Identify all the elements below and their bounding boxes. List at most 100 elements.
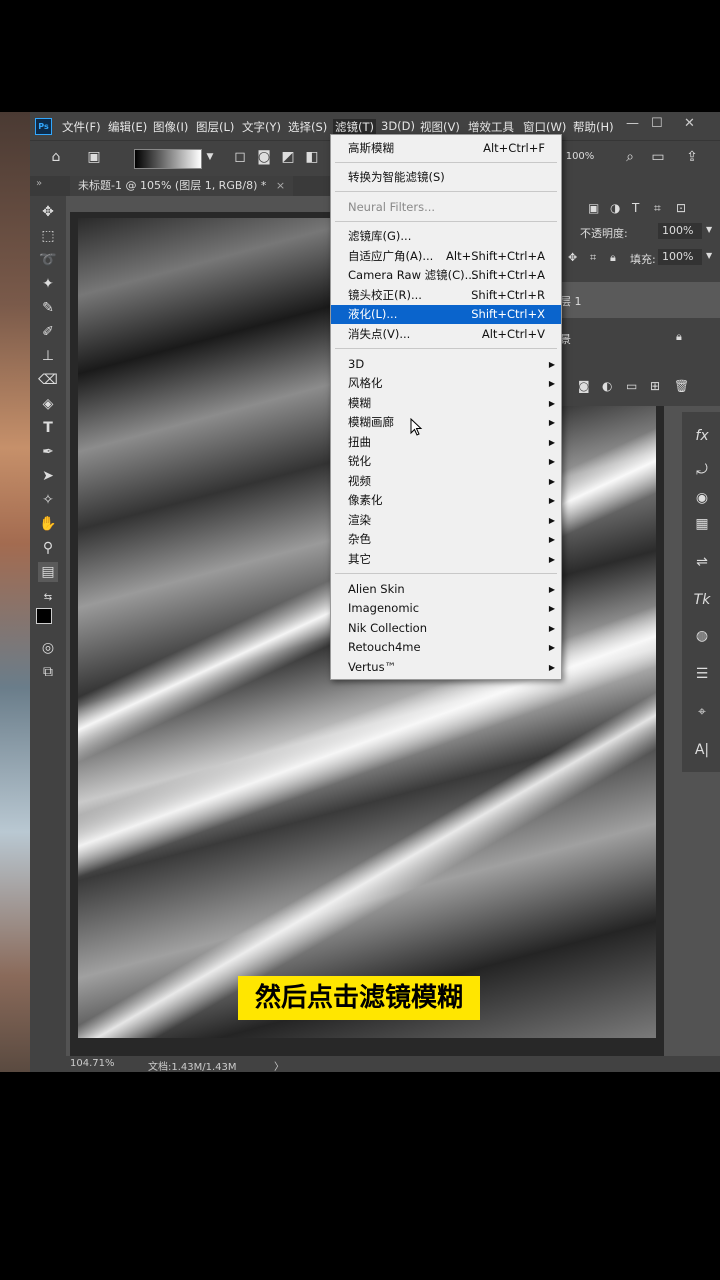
- menu-image[interactable]: 图像(I): [153, 119, 188, 135]
- linear-gradient-icon[interactable]: ◻: [232, 149, 248, 165]
- zoom-tool-icon[interactable]: ⚲: [38, 538, 58, 558]
- eraser-tool-icon[interactable]: ⌫: [38, 370, 58, 390]
- folder-icon[interactable]: ▭: [626, 379, 637, 393]
- menu-3d[interactable]: 3D(D): [381, 119, 415, 133]
- menu-file[interactable]: 文件(F): [62, 119, 101, 135]
- shape-filter-icon[interactable]: ⌗: [654, 201, 661, 216]
- fill-input[interactable]: 100%: [658, 249, 702, 265]
- hand-tool-icon[interactable]: ✋: [38, 514, 58, 534]
- close-tab-icon[interactable]: ×: [276, 179, 285, 192]
- menu-edit[interactable]: 编辑(E): [108, 119, 147, 135]
- share-icon[interactable]: ⇪: [684, 149, 700, 165]
- type-tool-icon[interactable]: T: [38, 418, 58, 438]
- menu-item-vertus[interactable]: Vertus™ ▶: [331, 658, 561, 677]
- brush-tool-icon[interactable]: ✐: [38, 322, 58, 342]
- color-icon[interactable]: ◉: [692, 488, 712, 508]
- menu-item-pixelate[interactable]: 像素化 ▶: [331, 491, 561, 510]
- layer-row-1[interactable]: 层 1: [558, 282, 720, 318]
- history-icon[interactable]: ⤾: [692, 460, 712, 480]
- menu-item-nik-collection[interactable]: Nik Collection ▶: [331, 619, 561, 638]
- opacity-input[interactable]: 100%: [658, 223, 702, 239]
- reflected-gradient-icon[interactable]: ◧: [304, 149, 320, 165]
- maximize-icon[interactable]: ☐: [651, 116, 663, 131]
- properties-icon[interactable]: ☰: [692, 664, 712, 684]
- menu-layer[interactable]: 图层(L): [196, 119, 234, 135]
- type-filter-icon[interactable]: T: [632, 201, 639, 215]
- menu-item-alien-skin[interactable]: Alien Skin ▶: [331, 580, 561, 599]
- close-window-icon[interactable]: ✕: [684, 116, 695, 131]
- menu-item-convert-smart-filters[interactable]: 转换为智能滤镜(S): [331, 168, 561, 187]
- menu-item-3d[interactable]: 3D ▶: [331, 355, 561, 374]
- collapse-icon[interactable]: »: [36, 178, 42, 189]
- menu-plugins[interactable]: 增效工具: [468, 119, 514, 135]
- menu-select[interactable]: 选择(S): [288, 119, 327, 135]
- menu-item-stylize[interactable]: 风格化 ▶: [331, 374, 561, 393]
- menu-item-video[interactable]: 视频 ▶: [331, 472, 561, 491]
- screen-mode-icon[interactable]: ⧉: [38, 662, 58, 682]
- menu-item-vanishing-point[interactable]: 消失点(V)... Alt+Ctrl+V: [331, 325, 561, 344]
- marquee-tool-icon[interactable]: ⬚: [38, 226, 58, 246]
- lasso-tool-icon[interactable]: ➰: [38, 250, 58, 270]
- paint-bucket-tool-icon[interactable]: ◈: [38, 394, 58, 414]
- menu-item-noise[interactable]: 杂色 ▶: [331, 530, 561, 549]
- menu-item-adaptive-wide-angle[interactable]: 自适应广角(A)... Alt+Shift+Ctrl+A: [331, 247, 561, 266]
- foreground-color[interactable]: [36, 608, 52, 624]
- minimize-icon[interactable]: —: [626, 116, 639, 131]
- menu-item-imagenomic[interactable]: Imagenomic ▶: [331, 599, 561, 618]
- menu-filter[interactable]: 滤镜(T): [333, 119, 376, 135]
- status-zoom[interactable]: 104.71%: [70, 1058, 115, 1069]
- move-tool-icon[interactable]: ✥: [38, 202, 58, 222]
- menu-item-filter-gallery[interactable]: 滤镜库(G)...: [331, 227, 561, 246]
- layer-row-background[interactable]: 景 🔒︎: [558, 322, 720, 354]
- shape-tool-icon[interactable]: ✧: [38, 490, 58, 510]
- stamp-tool-icon[interactable]: ⊥: [38, 346, 58, 366]
- menu-item-liquify[interactable]: 液化(L)... Shift+Ctrl+X: [331, 305, 561, 324]
- menu-item-blur-gallery[interactable]: 模糊画廊 ▶: [331, 413, 561, 432]
- lock-pixels-icon[interactable]: ✥: [568, 251, 577, 264]
- new-layer-icon[interactable]: ⊞: [650, 379, 660, 393]
- radial-gradient-icon[interactable]: ◙: [256, 149, 272, 165]
- lock-artboard-icon[interactable]: ⌗: [590, 251, 596, 265]
- smart-object-filter-icon[interactable]: ⊡: [676, 201, 686, 215]
- character-icon[interactable]: A|: [692, 740, 712, 760]
- gradient-tool-icon[interactable]: ▤: [38, 562, 58, 582]
- channels-icon[interactable]: ◍: [692, 626, 712, 646]
- add-mask-icon[interactable]: ◙: [578, 379, 590, 393]
- chevron-down-icon[interactable]: ▼: [706, 251, 712, 260]
- adjustment-layer-icon[interactable]: ◐: [602, 379, 612, 393]
- magic-wand-tool-icon[interactable]: ✦: [38, 274, 58, 294]
- document-tab[interactable]: 未标题-1 @ 105% (图层 1, RGB/8) * ×: [70, 176, 294, 196]
- search-icon[interactable]: ⌕: [622, 149, 638, 165]
- menu-item-blur[interactable]: 模糊 ▶: [331, 394, 561, 413]
- lock-all-icon[interactable]: 🔒︎: [610, 251, 616, 265]
- status-arrow-icon[interactable]: 〉: [274, 1058, 284, 1072]
- menu-view[interactable]: 视图(V): [420, 119, 460, 135]
- menu-item-camera-raw[interactable]: Camera Raw 滤镜(C)... Shift+Ctrl+A: [331, 266, 561, 285]
- home-icon[interactable]: ⌂: [48, 149, 64, 165]
- gradient-picker[interactable]: [134, 149, 202, 169]
- menu-help[interactable]: 帮助(H): [573, 119, 614, 135]
- swatches-icon[interactable]: ▦: [692, 514, 712, 534]
- menu-item-retouch4me[interactable]: Retouch4me ▶: [331, 638, 561, 657]
- menu-item-lens-correction[interactable]: 镜头校正(R)... Shift+Ctrl+R: [331, 286, 561, 305]
- image-filter-icon[interactable]: ▣: [588, 201, 599, 215]
- menu-item-distort[interactable]: 扭曲 ▶: [331, 433, 561, 452]
- chevron-down-icon[interactable]: ▼: [202, 149, 218, 165]
- eyedropper-tool-icon[interactable]: ✎: [38, 298, 58, 318]
- menu-item-render[interactable]: 渲染 ▶: [331, 511, 561, 530]
- workspace-icon[interactable]: ▭: [650, 149, 666, 165]
- path-select-tool-icon[interactable]: ➤: [38, 466, 58, 486]
- menu-type[interactable]: 文字(Y): [242, 119, 281, 135]
- fx-icon[interactable]: fx: [692, 426, 712, 446]
- menu-item-other[interactable]: 其它 ▶: [331, 550, 561, 569]
- adjustments-icon[interactable]: ⇌: [692, 552, 712, 572]
- glyph-icon[interactable]: Tk: [692, 590, 712, 610]
- paths-icon[interactable]: ⌖: [692, 702, 712, 722]
- menu-window[interactable]: 窗口(W): [523, 119, 566, 135]
- menu-item-sharpen[interactable]: 锐化 ▶: [331, 452, 561, 471]
- swap-colors-icon[interactable]: ⇆: [38, 588, 58, 608]
- pen-tool-icon[interactable]: ✒: [38, 442, 58, 462]
- menu-item-gaussian-blur[interactable]: 高斯模糊 Alt+Ctrl+F: [331, 139, 561, 158]
- trash-icon[interactable]: 🗑︎: [674, 379, 689, 393]
- adjustment-filter-icon[interactable]: ◑: [610, 201, 620, 215]
